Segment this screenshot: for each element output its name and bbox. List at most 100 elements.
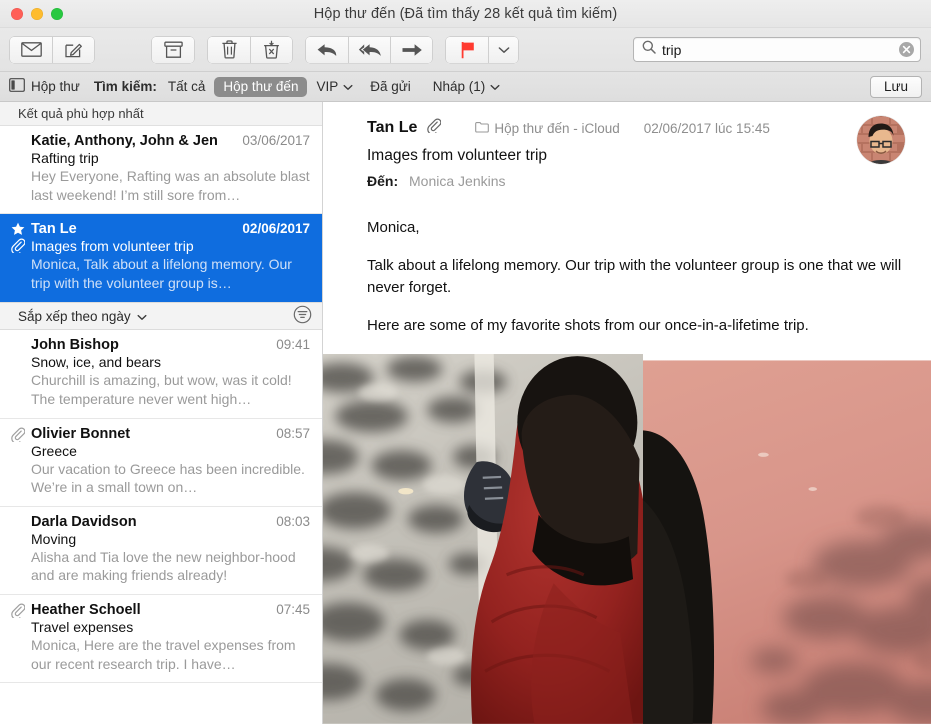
chevron-down-icon	[343, 79, 353, 94]
toolbar-group-mail	[10, 36, 94, 63]
message-date: 08:57	[276, 425, 310, 441]
toolbar-group-delete	[208, 36, 292, 63]
chevron-down-icon	[137, 309, 147, 324]
detail-to-value[interactable]: Monica Jenkins	[409, 173, 506, 189]
chevron-down-icon	[490, 79, 500, 94]
filter-token-all[interactable]: Tất cả	[163, 79, 211, 94]
sort-bar: Sắp xếp theo ngày	[0, 302, 322, 331]
search-input[interactable]	[656, 41, 899, 58]
attachment-photo-1[interactable]	[323, 354, 643, 724]
zoom-button[interactable]	[51, 7, 63, 20]
message-snippet: Monica, Talk about a lifelong memory. Ou…	[31, 256, 292, 291]
message-sender: Tan Le	[31, 221, 77, 238]
forward-button[interactable]	[390, 36, 432, 63]
table-row[interactable]: John Bishop 09:41 Snow, ice, and bears C…	[0, 330, 322, 419]
search-field[interactable]	[633, 37, 921, 62]
get-mail-button[interactable]	[10, 36, 52, 63]
envelope-icon	[20, 42, 42, 57]
reply-button[interactable]	[306, 36, 348, 63]
archive-button[interactable]	[152, 36, 194, 63]
filter-token-vip[interactable]: VIP	[311, 79, 355, 94]
message-sender: Katie, Anthony, John & Jen	[31, 133, 218, 149]
row-icon-group	[8, 222, 28, 254]
table-row[interactable]: Olivier Bonnet 08:57 Greece Our vacation…	[0, 418, 322, 507]
table-row[interactable]: Tan Le 02/06/2017 Images from volunteer …	[0, 214, 322, 303]
message-detail: Tan Le Hộp thư đến - iCloud 02/06/2017 l…	[323, 102, 931, 724]
search-area	[633, 37, 921, 62]
delete-button[interactable]	[208, 36, 250, 63]
flag-menu-button[interactable]	[488, 36, 518, 63]
folder-icon	[475, 121, 490, 136]
message-snippet: Our vacation to Greece has been incredib…	[31, 460, 305, 496]
paperclip-icon	[11, 603, 25, 619]
flag-icon	[459, 41, 476, 59]
detail-to-label: Đến:	[367, 173, 399, 189]
reply-all-button[interactable]	[348, 36, 390, 63]
search-icon	[642, 40, 656, 59]
junk-button[interactable]	[250, 36, 292, 63]
toolbar-group-archive	[152, 36, 194, 63]
paperclip-icon	[11, 238, 25, 254]
avatar[interactable]	[857, 116, 905, 164]
sort-menu-button[interactable]: Sắp xếp theo ngày	[18, 309, 147, 324]
row-icon-group	[8, 603, 28, 619]
toolbar-group-flag	[446, 36, 518, 63]
body-paragraph: Talk about a lifelong memory. Our trip w…	[367, 257, 902, 296]
body-paragraph: Here are some of my favorite shots from …	[367, 316, 809, 334]
window-title: Hộp thư đến (Đã tìm thấy 28 kết quả tìm …	[313, 6, 618, 22]
traffic-lights	[0, 7, 63, 20]
chevron-down-icon	[498, 46, 510, 54]
sidebar-panel-icon	[9, 78, 25, 95]
mail-window: Hộp thư đến (Đã tìm thấy 28 kết quả tìm …	[0, 0, 931, 724]
reply-all-arrow-icon	[358, 42, 382, 58]
reply-arrow-icon	[316, 42, 338, 58]
message-subject: Travel expenses	[31, 619, 134, 636]
sort-menu-label: Sắp xếp theo ngày	[18, 308, 131, 324]
flag-button[interactable]	[446, 36, 488, 63]
compose-button[interactable]	[52, 36, 94, 63]
toolbar-group-reply	[306, 36, 432, 63]
detail-date: 02/06/2017 lúc 15:45	[643, 120, 770, 136]
paperclip-icon	[427, 118, 442, 138]
filter-token-sent[interactable]: Đã gửi	[365, 79, 416, 94]
message-subject: Rafting trip	[31, 150, 99, 166]
detail-recipient: Đến: Monica Jenkins	[367, 173, 913, 189]
message-snippet: Monica, Here are the travel expenses fro…	[31, 637, 296, 672]
save-search-button[interactable]: Lưu	[869, 75, 922, 98]
table-row[interactable]: Heather Schoell 07:45 Travel expenses Mo…	[0, 595, 322, 684]
message-subject: Greece	[31, 442, 77, 459]
filter-token-inbox[interactable]: Hộp thư đến	[214, 76, 308, 97]
filter-token-vip-label: VIP	[316, 79, 339, 94]
message-sender: Heather Schoell	[31, 602, 141, 619]
attachment-photos	[323, 354, 931, 724]
table-row[interactable]: Katie, Anthony, John & Jen 03/06/2017 Ra…	[0, 126, 322, 215]
message-snippet: Alisha and Tia love the new neighbor-hoo…	[31, 548, 296, 584]
archive-box-icon	[163, 41, 183, 59]
message-body: Monica, Talk about a lifelong memory. Ou…	[323, 199, 931, 336]
message-list[interactable]: Kết quả phù hợp nhất Katie, Anthony, Joh…	[0, 102, 323, 724]
message-date: 08:03	[276, 513, 310, 529]
filter-icon[interactable]	[293, 305, 312, 327]
message-subject: Snow, ice, and bears	[31, 354, 161, 371]
search-clear-button[interactable]	[899, 42, 914, 57]
message-date: 09:41	[276, 337, 310, 353]
message-sender: Olivier Bonnet	[31, 425, 131, 442]
toolbar	[0, 28, 931, 72]
mailbox-sidebar-toggle[interactable]: Hộp thư	[9, 78, 94, 95]
filter-token-drafts[interactable]: Nháp (1)	[428, 79, 503, 94]
search-scope-label: Tìm kiếm:	[93, 79, 157, 94]
table-row[interactable]: Darla Davidson 08:03 Moving Alisha and T…	[0, 506, 322, 596]
attachment-photo-2[interactable]	[643, 354, 931, 724]
detail-sender: Tan Le	[367, 119, 418, 136]
message-date: 03/06/2017	[242, 133, 310, 148]
message-subject: Images from volunteer trip	[31, 238, 194, 255]
compose-pencil-icon	[64, 41, 83, 58]
detail-mailbox: Hộp thư đến - iCloud	[475, 121, 620, 136]
minimize-button[interactable]	[31, 7, 43, 20]
paperclip-icon	[11, 427, 25, 442]
close-button[interactable]	[11, 7, 23, 20]
forward-arrow-icon	[401, 43, 423, 57]
message-sender: John Bishop	[31, 337, 119, 354]
message-subject: Moving	[31, 530, 77, 547]
mailbox-button-label: Hộp thư	[31, 79, 80, 94]
